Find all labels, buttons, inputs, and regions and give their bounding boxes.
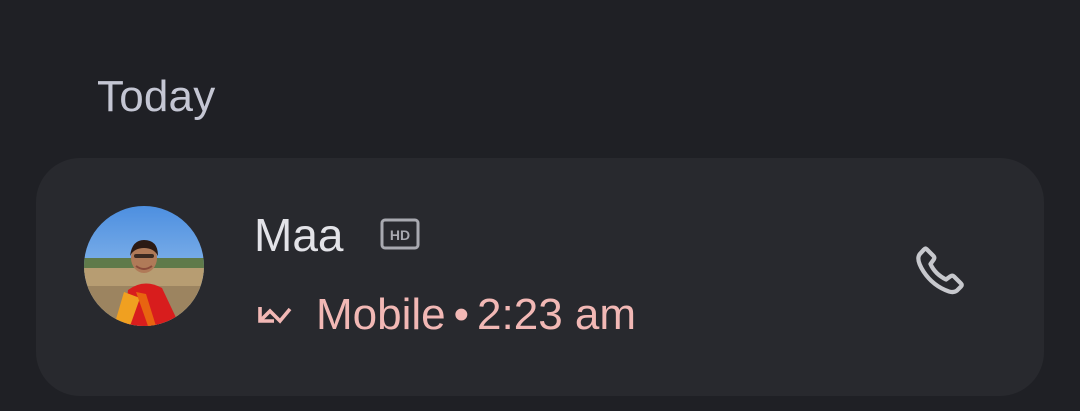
contact-name: Maa — [254, 209, 344, 261]
hd-badge-icon: HD — [380, 218, 420, 250]
call-type-label: Mobile — [316, 290, 446, 339]
contact-avatar[interactable] — [84, 206, 204, 326]
hd-badge-label: HD — [390, 227, 410, 243]
call-time: 2:23 am — [477, 290, 637, 339]
contact-photo-icon — [84, 206, 204, 326]
missed-call-icon — [258, 307, 292, 324]
call-log-screen: Today Maa HD Mobile • 2:23 am — [0, 0, 1080, 411]
call-log-entry[interactable]: Maa HD Mobile • 2:23 am — [36, 158, 1044, 396]
section-header-today: Today — [97, 72, 216, 121]
meta-separator: • — [453, 290, 470, 339]
call-back-button[interactable] — [892, 222, 988, 318]
call-details: Mobile • 2:23 am — [254, 286, 636, 344]
phone-icon — [916, 246, 964, 295]
